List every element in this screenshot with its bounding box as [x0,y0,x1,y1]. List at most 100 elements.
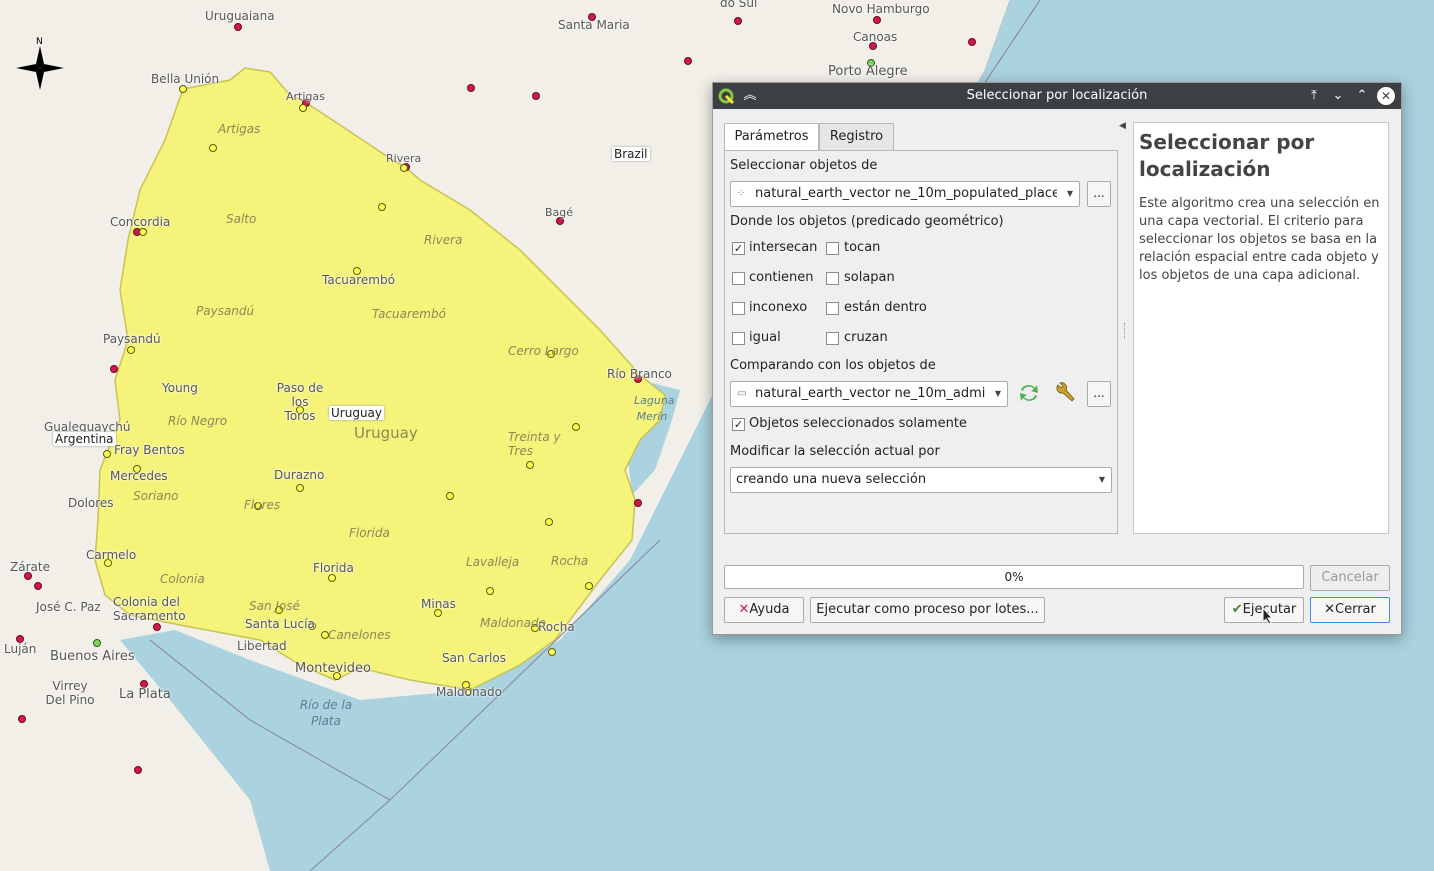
chevron-down-icon: ▼ [1066,189,1073,198]
water-label: Laguna Merín [634,394,675,423]
dept-label: Salto [226,212,257,226]
close-icon: ✕ [1324,602,1336,617]
city-label: Durazno [274,468,325,482]
compare-value: natural_earth_vector ne_10m_admin_0 [755,386,985,401]
city-label: La Plata [119,687,171,702]
collapse-arrow-icon[interactable]: ◀ [1119,121,1126,131]
city-label: Colonia del Sacramento [113,595,186,623]
checkbox-estan-dentro[interactable] [826,302,839,315]
progress-label: 0% [1004,570,1024,584]
dept-label: Lavalleja [466,555,520,569]
close-button-label: Cerrar [1335,602,1376,617]
batch-button[interactable]: Ejecutar como proceso por lotes... [810,597,1045,623]
city-label: Novo Hamburgo [832,2,930,16]
help-text: Este algoritmo crea una selección en una… [1139,196,1380,283]
help-button[interactable]: ✕Ayuda [724,597,804,623]
iterate-icon[interactable] [1017,382,1041,404]
select-from-combo[interactable]: ⁘ natural_earth_vector ne_10m_populated_… [730,181,1080,207]
help-button-label: Ayuda [749,602,790,617]
chevron-down-icon: ▼ [994,389,1001,398]
select-from-more-button[interactable]: ... [1087,181,1111,207]
dept-label: Colonia [160,572,205,586]
city-label: Porto Alegre [828,64,908,79]
polygon-layer-icon: ▭ [737,388,747,399]
dept-label: Treinta y Tres [508,430,561,458]
compare-more-button[interactable]: ... [1087,381,1111,407]
tab-registro[interactable]: Registro [819,123,894,151]
checkbox-cruzan[interactable] [826,332,839,345]
city-label: Bagé [545,206,574,219]
dept-label: Canelones [328,628,391,642]
city-label: Artigas [286,90,325,103]
shade-icon[interactable]: ⤒ [1305,87,1323,105]
dept-label: Río Negro [168,414,228,428]
country-label-brazil: Brazil [612,147,650,161]
city-label: Minas [421,597,456,611]
select-from-value: natural_earth_vector ne_10m_populated_pl… [755,186,1057,201]
dept-label: Soriano [133,489,179,503]
predicate-estan-dentro: están dentro [844,300,927,315]
country-label-argentina: Argentina [53,432,116,446]
chevron-down-icon: ▼ [1098,475,1105,484]
checkbox-igual[interactable] [732,332,745,345]
wrench-icon[interactable] [1053,382,1077,404]
checkbox-solapan[interactable] [826,272,839,285]
cancel-button[interactable]: Cancelar [1310,565,1390,591]
compare-label: Comparando con los objetos de [730,358,936,373]
splitter-handle[interactable] [1124,323,1128,339]
point-layer-icon: ⁘ [737,188,746,199]
help-icon: ✕ [738,602,750,617]
city-label: Uruguaiana [205,9,275,23]
progress-bar: 0% [724,565,1304,589]
city-label: San Carlos [442,651,506,665]
mouse-pointer-icon [1262,607,1274,625]
city-label: Canoas [853,30,898,44]
city-label: Paysandú [103,332,161,346]
selected-only-label: Objetos seleccionados solamente [749,416,967,431]
city-label: Virrey Del Pino [45,679,95,707]
minimize-icon[interactable]: ⌄ [1329,87,1347,105]
checkbox-inconexo[interactable] [732,302,745,315]
modify-label: Modificar la selección actual por [730,444,940,459]
city-label: Florida [313,561,354,575]
checkbox-intersecan[interactable]: ✓ [732,242,745,255]
city-label: Young [162,381,198,395]
predicate-tocan: tocan [844,240,881,255]
city-label: Santa Maria [558,18,630,32]
dept-label: Rivera [424,233,463,247]
parameters-panel: Seleccionar objetos de ⁘ natural_earth_v… [724,150,1118,534]
city-label: Fray Bentos [114,443,185,457]
modify-combo[interactable]: creando una nueva selección ▼ [730,467,1112,493]
dept-label: Rocha [551,554,589,568]
checkbox-contienen[interactable] [732,272,745,285]
close-button[interactable]: ✕Cerrar [1310,597,1390,623]
maximize-icon[interactable]: ⌃ [1353,87,1371,105]
dept-label: Flores [244,498,281,512]
dept-label: Maldonado [480,616,546,630]
checkbox-tocan[interactable] [826,242,839,255]
city-label: Concordia [110,215,171,229]
compare-combo[interactable]: ▭ natural_earth_vector ne_10m_admin_0 ▼ [730,381,1008,407]
uruguay-boxed-label: Uruguay [329,406,384,420]
city-label: Mercedes [110,469,168,483]
north-label: N [36,37,43,47]
tab-parametros[interactable]: Parámetros [724,123,819,152]
close-icon[interactable]: ✕ [1377,87,1395,105]
city-label: Rivera [386,152,422,165]
city-label: Bella Unión [151,72,220,86]
predicate-label: Donde los objetos (predicado geométrico) [730,214,1004,229]
city-label: Río Branco [607,367,672,381]
dept-label: Paysandú [196,304,255,318]
city-label: Carmelo [86,548,137,562]
dialog-title: Seleccionar por localización [966,88,1148,103]
select-from-label: Seleccionar objetos de [730,158,878,173]
predicate-intersecan: intersecan [749,240,818,255]
city-label: Libertad [237,639,287,653]
city-label: Santa Lucía [245,617,315,631]
checkbox-selected-only[interactable]: ✓ [732,418,745,431]
dialog-titlebar[interactable]: ︽ Seleccionar por localización ⤒ ⌄ ⌃ ✕ [713,83,1401,109]
predicate-cruzan: cruzan [844,330,888,345]
modify-value: creando una nueva selección [736,472,927,487]
dept-label: Florida [349,526,390,540]
select-by-location-dialog: ︽ Seleccionar por localización ⤒ ⌄ ⌃ ✕ P… [712,82,1402,635]
